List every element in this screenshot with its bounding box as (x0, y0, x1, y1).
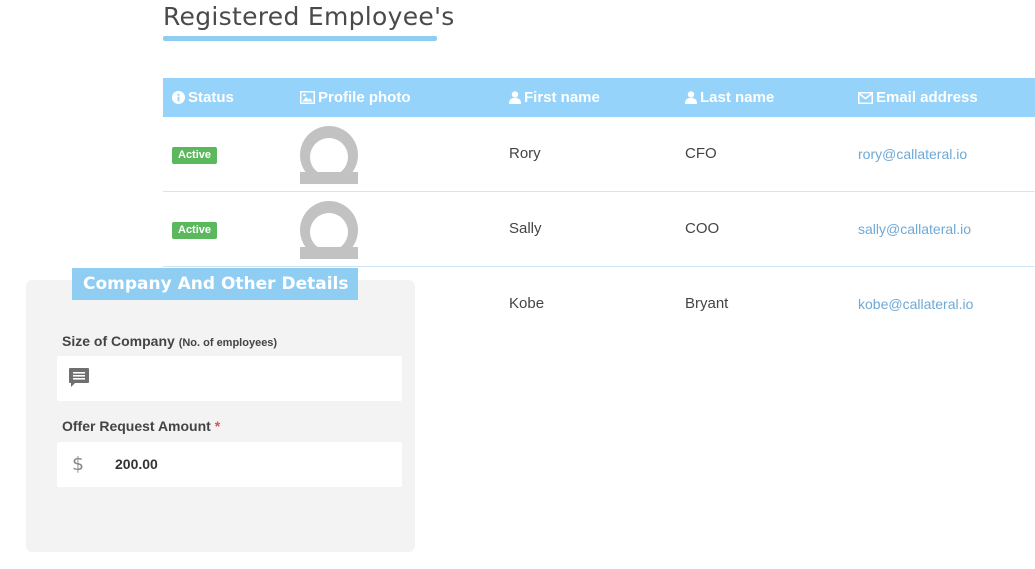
user-icon (509, 80, 521, 119)
avatar (300, 201, 358, 259)
status-badge: Active (172, 147, 218, 164)
user-icon (685, 80, 697, 119)
column-header-status-label: Status (188, 89, 234, 106)
first-name-cell: Kobe (509, 295, 545, 312)
dollar-icon: $ (72, 453, 85, 475)
column-header-last-name-label: Last name (700, 89, 775, 106)
column-header-photo-label: Profile photo (318, 89, 411, 106)
status-badge: Active (172, 222, 218, 239)
first-name-cell: Rory (509, 145, 541, 162)
required-asterisk: * (214, 418, 221, 434)
offer-amount-label-text: Offer Request Amount (62, 418, 211, 434)
comment-icon (69, 368, 89, 392)
last-name-cell: CFO (685, 145, 717, 162)
company-size-hint: (No. of employees) (178, 337, 278, 349)
column-header-status[interactable]: Status (172, 78, 234, 117)
image-icon (300, 80, 315, 119)
page-title: Registered Employee's (163, 2, 455, 31)
offer-amount-field[interactable]: $ 200.00 (57, 442, 402, 487)
email-link[interactable]: sally@callateral.io (858, 192, 971, 266)
info-circle-icon (172, 80, 185, 119)
company-details-title: Company And Other Details (72, 268, 359, 300)
table-header: Status Profile photo First name Last nam… (163, 78, 1035, 117)
column-header-photo[interactable]: Profile photo (300, 78, 411, 117)
company-size-label: Size of Company (No. of employees) (62, 333, 277, 349)
first-name-cell: Sally (509, 220, 542, 237)
email-link[interactable]: rory@callateral.io (858, 117, 967, 191)
column-header-first-name[interactable]: First name (509, 78, 600, 117)
email-link[interactable]: kobe@callateral.io (858, 267, 973, 341)
last-name-cell: COO (685, 220, 720, 237)
table-row: Active Sally COO sally@callateral.io (163, 192, 1035, 267)
column-header-email[interactable]: Email address (858, 78, 978, 117)
column-header-first-name-label: First name (524, 89, 600, 106)
table-row: Active Rory CFO rory@callateral.io (163, 117, 1035, 192)
envelope-icon (858, 80, 873, 119)
offer-amount-value: 200.00 (115, 456, 158, 472)
company-size-label-text: Size of Company (62, 333, 175, 349)
column-header-last-name[interactable]: Last name (685, 78, 774, 117)
company-size-field[interactable] (57, 356, 402, 401)
avatar (300, 126, 358, 184)
last-name-cell: Bryant (685, 295, 729, 312)
title-underline (163, 36, 437, 41)
column-header-email-label: Email address (876, 89, 978, 106)
offer-amount-label: Offer Request Amount * (62, 418, 220, 434)
company-details-panel (26, 280, 415, 552)
